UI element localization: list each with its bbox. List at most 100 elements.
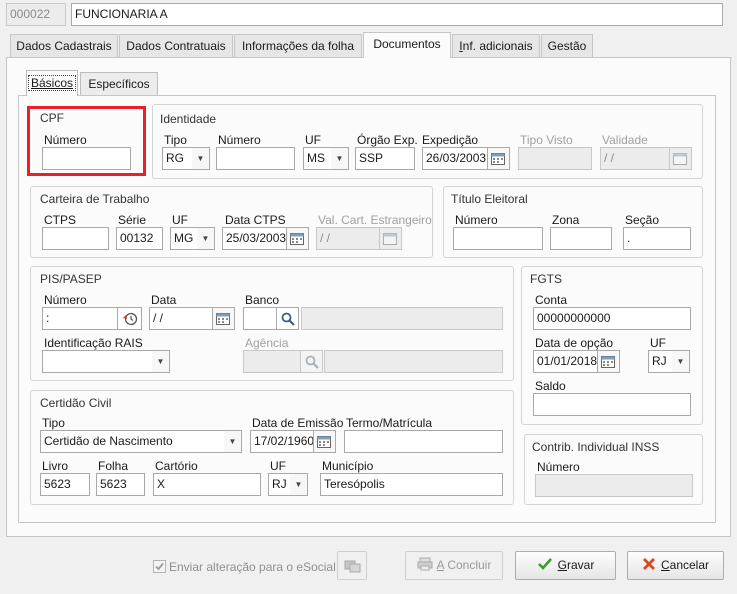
- history-icon[interactable]: [118, 307, 142, 330]
- pis-banco-search-icon[interactable]: [277, 307, 299, 330]
- certidao-folha-label: Folha: [98, 459, 129, 473]
- certidao-uf-label: UF: [270, 459, 286, 473]
- titulo-numero-label: Número: [455, 213, 498, 227]
- tab-dados-contratuais[interactable]: Dados Contratuais: [119, 34, 233, 57]
- certidao-folha-input[interactable]: 5623: [96, 473, 145, 496]
- carteira-title: Carteira de Trabalho: [40, 192, 150, 206]
- fgts-conta-input[interactable]: 00000000000: [533, 307, 691, 330]
- identidade-tipo-visto-label: Tipo Visto: [520, 133, 573, 147]
- pis-rais-select[interactable]: [42, 350, 154, 373]
- tab-documentos[interactable]: Documentos: [363, 32, 451, 58]
- titulo-numero-input[interactable]: [453, 227, 543, 250]
- fgts-opcao-input[interactable]: 01/01/2018: [533, 350, 598, 373]
- esocial-checkbox[interactable]: [153, 560, 166, 573]
- fgts-conta-label: Conta: [535, 293, 568, 307]
- identidade-validade-label: Validade: [602, 133, 648, 147]
- identidade-expedicao-label: Expedição: [422, 133, 479, 147]
- fgts-title: FGTS: [530, 272, 562, 286]
- identidade-tipo-dropdown[interactable]: ▼: [192, 147, 210, 170]
- carteira-ctps-label: CTPS: [44, 213, 77, 227]
- titulo-secao-label: Seção: [625, 213, 660, 227]
- esocial-label: Enviar alteração para o eSocial: [169, 560, 336, 574]
- subtab-basicos[interactable]: Básicos: [26, 70, 78, 96]
- certidao-tipo-label: Tipo: [42, 416, 65, 430]
- fgts-saldo-label: Saldo: [535, 379, 566, 393]
- tab-dados-cadastrais[interactable]: Dados Cadastrais: [10, 34, 118, 57]
- tab-inf-adicionais[interactable]: Inf. adicionais: [452, 34, 540, 57]
- pis-banco-label: Banco: [245, 293, 280, 307]
- certidao-tipo-select[interactable]: Certidão de Nascimento: [40, 430, 226, 453]
- carteira-uf-select[interactable]: MG: [170, 227, 199, 250]
- certidao-tipo-dropdown[interactable]: ▼: [224, 430, 242, 453]
- identidade-validade-calendar-icon: [670, 147, 692, 170]
- certidao-uf-dropdown[interactable]: ▼: [290, 473, 308, 496]
- carteira-uf-dropdown[interactable]: ▼: [197, 227, 215, 250]
- carteira-val-input: / /: [316, 227, 380, 250]
- certidao-livro-input[interactable]: 5623: [40, 473, 90, 496]
- identidade-validade-input: / /: [600, 147, 670, 170]
- certidao-termo-label: Termo/Matrícula: [346, 416, 433, 430]
- pis-numero-input[interactable]: :: [42, 307, 118, 330]
- carteira-serie-input[interactable]: 00132: [116, 227, 163, 250]
- subtab-basicos-label: Básicos: [27, 75, 77, 91]
- titulo-secao-input[interactable]: .: [623, 227, 691, 250]
- pis-agencia-input: [243, 350, 301, 373]
- pis-numero-label: Número: [44, 293, 87, 307]
- pis-data-input[interactable]: / /: [149, 307, 213, 330]
- printer-icon: [417, 557, 433, 571]
- inss-title: Contrib. Individual INSS: [532, 440, 660, 454]
- carteira-data-calendar-icon[interactable]: [287, 227, 309, 250]
- certidao-termo-input[interactable]: [344, 430, 503, 453]
- pis-rais-dropdown[interactable]: ▼: [152, 350, 170, 373]
- fgts-opcao-label: Data de opção: [535, 336, 614, 350]
- certidao-livro-label: Livro: [42, 459, 69, 473]
- identidade-expedicao-input[interactable]: 26/03/2003: [422, 147, 488, 170]
- identidade-expedicao-calendar-icon[interactable]: [488, 147, 510, 170]
- certidao-cartorio-label: Cartório: [155, 459, 198, 473]
- certidao-emissao-input[interactable]: 17/02/1960: [250, 430, 314, 453]
- pis-title: PIS/PASEP: [40, 272, 102, 286]
- identidade-numero-input[interactable]: [216, 147, 295, 170]
- gravar-button[interactable]: Gravar: [515, 551, 616, 580]
- identidade-orgao-input[interactable]: SSP: [355, 147, 415, 170]
- pis-agencia-label: Agência: [245, 336, 289, 350]
- identidade-uf-dropdown[interactable]: ▼: [331, 147, 349, 170]
- certidao-municipio-label: Município: [322, 459, 374, 473]
- titulo-zona-label: Zona: [552, 213, 580, 227]
- cancelar-label: ancelar: [669, 558, 710, 572]
- pis-banco-input[interactable]: [243, 307, 277, 330]
- titulo-zona-input[interactable]: [550, 227, 612, 250]
- identidade-numero-label: Número: [218, 133, 261, 147]
- pis-data-calendar-icon[interactable]: [213, 307, 235, 330]
- concluir-accel: A: [436, 558, 444, 572]
- inss-numero-input: [535, 474, 693, 497]
- cancelar-accel: C: [660, 558, 670, 572]
- certidao-cartorio-input[interactable]: X: [153, 473, 261, 496]
- identidade-uf-label: UF: [305, 133, 321, 147]
- tab-informacoes-folha[interactable]: Informações da folha: [234, 34, 362, 57]
- subtab-especificos[interactable]: Específicos: [80, 72, 158, 96]
- carteira-val-label: Val. Cart. Estrangeiro: [318, 213, 432, 227]
- fgts-uf-dropdown[interactable]: ▼: [672, 350, 690, 373]
- carteira-ctps-input[interactable]: [42, 227, 109, 250]
- titulo-title: Título Eleitoral: [451, 192, 528, 206]
- fgts-uf-select[interactable]: RJ: [648, 350, 674, 373]
- certidao-municipio-input[interactable]: Teresópolis: [320, 473, 503, 496]
- identidade-uf-select[interactable]: MS: [303, 147, 333, 170]
- identidade-tipo-visto-input: [518, 147, 592, 170]
- certidao-uf-select[interactable]: RJ: [268, 473, 292, 496]
- certidao-emissao-calendar-icon[interactable]: [314, 430, 336, 453]
- certidao-emissao-label: Data de Emissão: [252, 416, 344, 430]
- cancelar-button[interactable]: Cancelar: [627, 551, 724, 580]
- employee-name-field[interactable]: FUNCIONARIA A: [71, 3, 723, 26]
- close-icon: [642, 558, 655, 570]
- carteira-data-input[interactable]: 25/03/2003: [222, 227, 287, 250]
- fgts-saldo-input[interactable]: [533, 393, 691, 416]
- cpf-numero-input[interactable]: [42, 147, 131, 170]
- employee-code-field: 000022: [6, 3, 66, 26]
- identidade-tipo-select[interactable]: RG: [162, 147, 194, 170]
- tab-gestao[interactable]: Gestão: [541, 34, 593, 57]
- fgts-opcao-calendar-icon[interactable]: [598, 350, 620, 373]
- inss-numero-label: Número: [537, 460, 580, 474]
- carteira-serie-label: Série: [118, 213, 147, 227]
